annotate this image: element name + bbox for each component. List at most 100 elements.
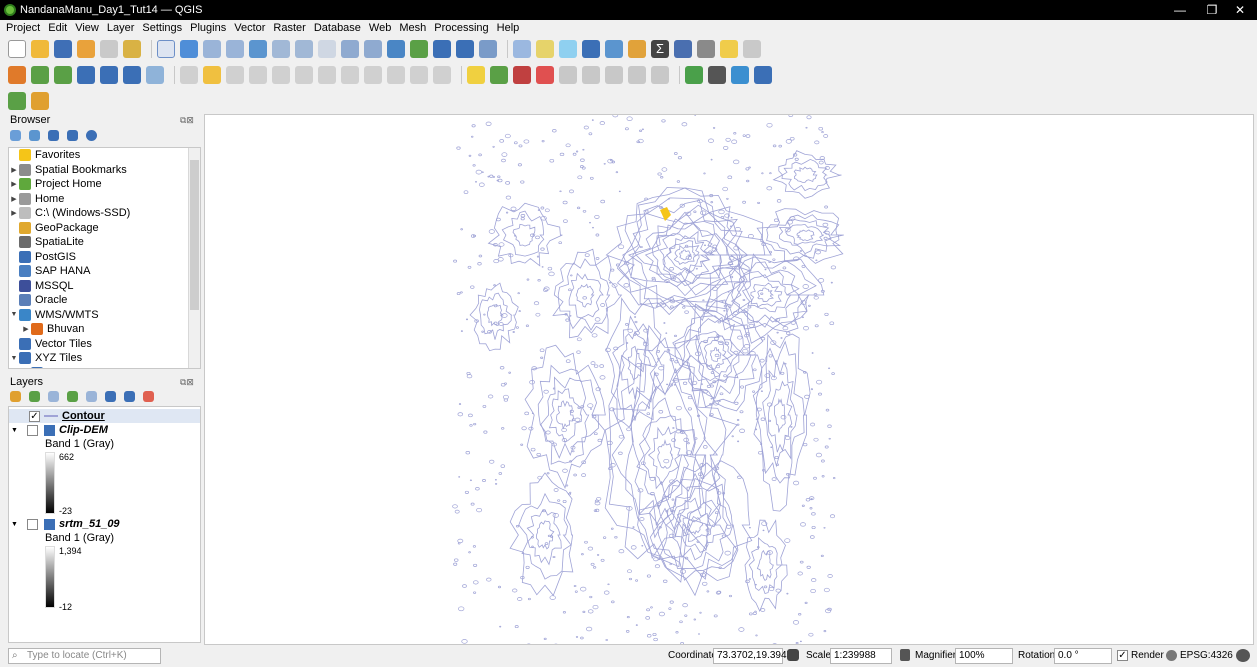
browser-item[interactable]: ▼ XYZ Tiles (9, 351, 200, 366)
add-delimited-text-icon[interactable] (146, 66, 164, 84)
identify-icon[interactable] (582, 40, 600, 58)
menu-edit[interactable]: Edit (48, 22, 67, 34)
layer-visibility-checkbox[interactable]: ✓ (29, 410, 40, 422)
manage-map-themes-icon[interactable] (48, 391, 59, 402)
pan-to-selection-icon[interactable] (180, 40, 198, 58)
close-button[interactable]: ✕ (1220, 0, 1257, 20)
vertex-tool-icon[interactable] (272, 66, 290, 84)
new-shapefile-icon[interactable] (31, 66, 49, 84)
browser-item[interactable]: Vector Tiles (9, 337, 200, 352)
menu-settings[interactable]: Settings (142, 22, 182, 34)
layout-manager-icon[interactable] (77, 40, 95, 58)
zoom-full-icon[interactable] (249, 40, 267, 58)
toggle-editing-icon[interactable] (203, 66, 221, 84)
browser-item[interactable]: ▶ Home (9, 192, 200, 207)
copy-features-icon[interactable] (364, 66, 382, 84)
filter-icon[interactable] (48, 130, 59, 141)
refresh-icon[interactable] (29, 130, 40, 141)
layers-tree[interactable]: ✓ Contour ▼ Clip-DEM Band 1 (Gray) 662 -… (8, 406, 201, 643)
menu-vector[interactable]: Vector (234, 22, 265, 34)
layer-visibility-checkbox[interactable] (27, 424, 38, 436)
new-map-view-icon[interactable] (387, 40, 405, 58)
add-mesh-icon[interactable] (100, 66, 118, 84)
expand-arrow-icon[interactable]: ▶ (21, 325, 31, 333)
expand-arrow-icon[interactable]: ▶ (9, 180, 19, 188)
undo-icon[interactable] (410, 66, 428, 84)
open-attribute-table-icon[interactable] (605, 40, 623, 58)
menu-mesh[interactable]: Mesh (399, 22, 426, 34)
browser-item[interactable]: GeoPackage (9, 221, 200, 236)
data-source-manager-icon[interactable] (8, 66, 26, 84)
zoom-layer-icon[interactable] (295, 40, 313, 58)
layers-panel-controls[interactable]: ⧉⊠ (180, 377, 194, 388)
expand-arrow-icon[interactable]: ▼ (9, 355, 19, 362)
toggle-extents-icon[interactable] (787, 649, 799, 661)
diagram-icon[interactable] (513, 66, 531, 84)
collapse-all-icon[interactable] (67, 130, 78, 141)
menu-layer[interactable]: Layer (107, 22, 135, 34)
highlight-labels-icon[interactable] (536, 66, 554, 84)
zoom-last-icon[interactable] (341, 40, 359, 58)
browser-item[interactable]: ▶ Bhuvan (9, 322, 200, 337)
zoom-next-icon[interactable] (364, 40, 382, 58)
pan-icon[interactable] (157, 40, 175, 58)
refresh-icon[interactable] (479, 40, 497, 58)
browser-item[interactable]: ▶ C:\ (Windows-SSD) (9, 206, 200, 221)
menu-raster[interactable]: Raster (273, 22, 305, 34)
open-project-icon[interactable] (31, 40, 49, 58)
rotate-label-icon[interactable] (628, 66, 646, 84)
properties-icon[interactable] (86, 130, 97, 141)
add-feature-icon[interactable] (249, 66, 267, 84)
expand-arrow-icon[interactable]: ▶ (9, 195, 19, 203)
new-bookmark-icon[interactable] (433, 40, 451, 58)
menu-help[interactable]: Help (497, 22, 520, 34)
show-labels-icon[interactable] (582, 66, 600, 84)
layer-labeling-icon[interactable] (490, 66, 508, 84)
pin-labels-icon[interactable] (559, 66, 577, 84)
style-manager-icon[interactable] (123, 40, 141, 58)
menu-database[interactable]: Database (314, 22, 361, 34)
map-canvas[interactable] (204, 114, 1254, 645)
menu-plugins[interactable]: Plugins (190, 22, 226, 34)
expand-all-icon[interactable] (105, 391, 116, 402)
crs-button[interactable]: EPSG:4326 (1180, 650, 1233, 661)
layer-row-srtm[interactable]: ▼ srtm_51_09 (11, 518, 120, 530)
browser-item[interactable]: MSSQL (9, 279, 200, 294)
browser-item[interactable]: OpenStreetMap (9, 366, 200, 368)
measure-icon[interactable] (674, 40, 692, 58)
plugin-icon[interactable] (743, 40, 761, 58)
remove-layer-icon[interactable] (143, 391, 154, 402)
browser-scroll-thumb[interactable] (190, 160, 199, 310)
zoom-selection-icon[interactable] (272, 40, 290, 58)
zoom-in-icon[interactable] (203, 40, 221, 58)
label-icon[interactable] (467, 66, 485, 84)
lock-scale-icon[interactable] (900, 649, 910, 661)
new-layout-icon[interactable] (100, 40, 118, 58)
help-icon[interactable] (754, 66, 772, 84)
add-wms-icon[interactable] (123, 66, 141, 84)
browser-item[interactable]: PostGIS (9, 250, 200, 265)
messages-icon[interactable] (1236, 649, 1250, 662)
zoom-out-icon[interactable] (226, 40, 244, 58)
current-edits-icon[interactable] (180, 66, 198, 84)
select-by-value-icon[interactable] (536, 40, 554, 58)
paste-features-icon[interactable] (387, 66, 405, 84)
save-edits-icon[interactable] (226, 66, 244, 84)
locator-search-input[interactable]: Type to locate (Ctrl+K) (8, 648, 161, 664)
deselect-icon[interactable] (559, 40, 577, 58)
redo-icon[interactable] (433, 66, 451, 84)
rotation-field[interactable]: 0.0 ° (1054, 648, 1112, 664)
move-label-icon[interactable] (605, 66, 623, 84)
browser-item[interactable]: SpatiaLite (9, 235, 200, 250)
menu-processing[interactable]: Processing (434, 22, 488, 34)
layer-row-contour[interactable]: ✓ Contour (29, 410, 105, 422)
browser-panel-controls[interactable]: ⧉⊠ (180, 115, 194, 126)
scale-field[interactable]: 1:239988 (830, 648, 892, 664)
browser-item[interactable]: ▶ Project Home (9, 177, 200, 192)
add-vector-icon[interactable] (54, 66, 72, 84)
modify-attributes-icon[interactable] (295, 66, 313, 84)
expand-arrow-icon[interactable]: ▼ (9, 311, 19, 318)
browser-item[interactable]: Favorites (9, 148, 200, 163)
save-project-icon[interactable] (54, 40, 72, 58)
temporal-controller-icon[interactable] (410, 40, 428, 58)
